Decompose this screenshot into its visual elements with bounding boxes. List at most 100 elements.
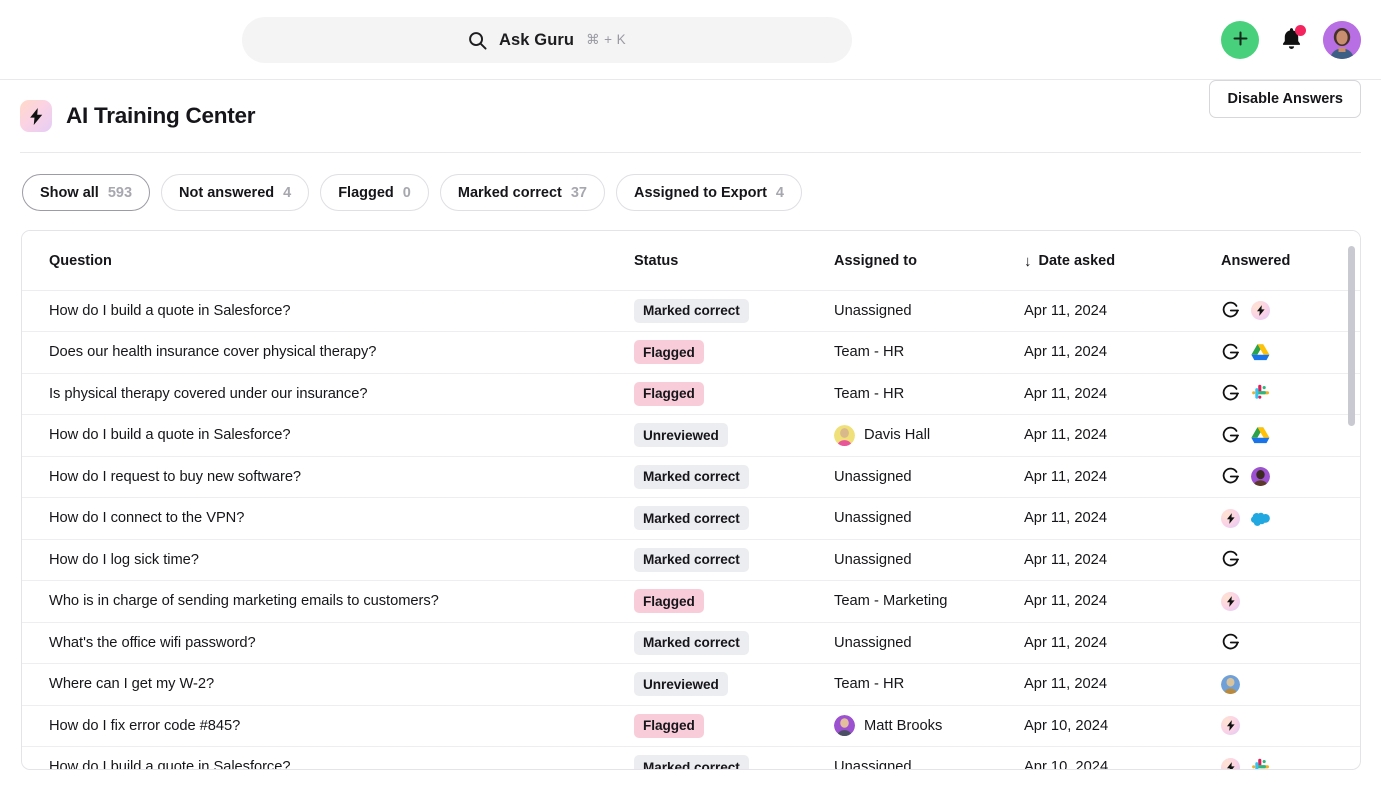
cell-answered (1221, 747, 1360, 769)
cell-assigned-to[interactable]: Team - HR (834, 373, 1024, 415)
cell-status: Unreviewed (634, 415, 834, 457)
answered-sources (1221, 343, 1360, 362)
search-label: Ask Guru (499, 30, 575, 49)
cell-assigned-to[interactable]: Unassigned (834, 539, 1024, 581)
guru-logo-icon (1221, 633, 1240, 652)
filter-pill-show-all[interactable]: Show all 593 (22, 174, 151, 211)
cell-assigned-to[interactable]: Matt Brooks (834, 705, 1024, 747)
table-row[interactable]: How do I build a quote in Salesforce? Mar… (22, 290, 1360, 332)
add-button[interactable] (1221, 21, 1259, 59)
assignee-name: Matt Brooks (864, 717, 943, 734)
notification-badge-dot (1295, 25, 1306, 36)
table-row[interactable]: Is physical therapy covered under our in… (22, 373, 1360, 415)
cell-date-asked: Apr 10, 2024 (1024, 717, 1109, 734)
guru-logo-icon (1221, 426, 1240, 445)
ai-answer-icon (1221, 716, 1240, 736)
table-row[interactable]: How do I build a quote in Salesforce? Unr… (22, 415, 1360, 457)
cell-assigned-to[interactable]: Unassigned (834, 622, 1024, 664)
ai-answer-icon (1221, 591, 1240, 611)
assignee: Team - HR (834, 386, 1024, 402)
column-header-assigned-to[interactable]: Assigned to (834, 231, 1024, 291)
search-input[interactable]: Ask Guru ⌘ + K (242, 17, 852, 63)
cell-answered (1221, 373, 1360, 415)
table-scrollbar-thumb[interactable] (1348, 246, 1355, 426)
assignee-name: Team - HR (834, 385, 905, 402)
cell-assigned-to[interactable]: Davis Hall (834, 415, 1024, 457)
cell-question[interactable]: How do I fix error code #845? (22, 705, 634, 747)
cell-question[interactable]: Does our health insurance cover physical… (22, 332, 634, 374)
filter-pill-not-answered[interactable]: Not answered 4 (161, 174, 310, 211)
filter-pill-count: 4 (283, 184, 292, 201)
slack-icon (1251, 758, 1270, 769)
table-scrollbar[interactable] (1348, 233, 1356, 767)
cell-question[interactable]: Who is in charge of sending marketing em… (22, 581, 634, 623)
cell-status: Marked correct (634, 498, 834, 540)
filter-pill-marked-correct[interactable]: Marked correct 37 (439, 174, 605, 211)
assignee-name: Unassigned (834, 634, 912, 651)
salesforce-icon (1251, 509, 1270, 528)
assignee: Unassigned (834, 469, 1024, 485)
cell-assigned-to[interactable]: Team - HR (834, 664, 1024, 706)
cell-answered (1221, 622, 1360, 664)
search-bar-wrapper: Ask Guru ⌘ + K (242, 17, 852, 63)
table-row[interactable]: How do I log sick time? Marked correct Una… (22, 539, 1360, 581)
cell-assigned-to[interactable]: Unassigned (834, 290, 1024, 332)
cell-status: Marked correct (634, 747, 834, 769)
column-header-status[interactable]: Status (634, 231, 834, 291)
cell-assigned-to[interactable]: Unassigned (834, 498, 1024, 540)
cell-answered (1221, 498, 1360, 540)
cell-question[interactable]: How do I request to buy new software? (22, 456, 634, 498)
cell-status: Flagged (634, 705, 834, 747)
column-header-date-asked[interactable]: ↓ Date asked (1024, 231, 1221, 291)
cell-question[interactable]: How do I build a quote in Salesforce? (22, 290, 634, 332)
guru-logo-icon (1221, 550, 1240, 569)
table-row[interactable]: How do I fix error code #845? Flagged Matt… (22, 705, 1360, 747)
cell-assigned-to[interactable]: Unassigned (834, 456, 1024, 498)
cell-question[interactable]: What's the office wifi password? (22, 622, 634, 664)
table-row[interactable]: How do I request to buy new software? Mar… (22, 456, 1360, 498)
cell-assigned-to[interactable]: Team - Marketing (834, 581, 1024, 623)
filter-pill-label: Not answered (179, 184, 275, 201)
google-drive-icon (1251, 426, 1270, 445)
cell-answered (1221, 664, 1360, 706)
assignee-avatar (834, 715, 855, 737)
disable-answers-button[interactable]: Disable Answers (1209, 80, 1361, 118)
filter-pill-assigned-to-export[interactable]: Assigned to Export 4 (615, 174, 802, 211)
cell-assigned-to[interactable]: Unassigned (834, 747, 1024, 769)
cell-date-asked: Apr 11, 2024 (1024, 593, 1108, 610)
table-row[interactable]: Where can I get my W-2? Unreviewed Team - … (22, 664, 1360, 706)
column-header-question[interactable]: Question (22, 231, 634, 291)
filter-pill-count: 0 (402, 184, 411, 201)
cell-answered (1221, 290, 1360, 332)
cell-answered (1221, 332, 1360, 374)
search-icon (468, 31, 487, 50)
table-row[interactable]: How do I build a quote in Salesforce? Mar… (22, 747, 1360, 769)
cell-question[interactable]: How do I log sick time? (22, 539, 634, 581)
filter-pill-flagged[interactable]: Flagged 0 (320, 174, 429, 211)
table-row[interactable]: What's the office wifi password? Marked c… (22, 622, 1360, 664)
cell-assigned-to[interactable]: Team - HR (834, 332, 1024, 374)
cell-question[interactable]: How do I build a quote in Salesforce? (22, 747, 634, 769)
assignee: Matt Brooks (834, 715, 1024, 737)
filter-pill-label: Show all (40, 184, 99, 201)
table-row[interactable]: Who is in charge of sending marketing em… (22, 581, 1360, 623)
status-badge: Unreviewed (634, 672, 728, 697)
answered-sources (1221, 550, 1360, 569)
cell-question[interactable]: Where can I get my W-2? (22, 664, 634, 706)
column-header-answered[interactable]: Answered (1221, 231, 1360, 291)
table-row[interactable]: How do I connect to the VPN? Marked corre… (22, 498, 1360, 540)
cell-question[interactable]: How do I build a quote in Salesforce? (22, 415, 634, 457)
cell-status: Flagged (634, 332, 834, 374)
notifications-button[interactable] (1276, 24, 1306, 56)
avatar[interactable] (1323, 21, 1361, 59)
cell-question[interactable]: How do I connect to the VPN? (22, 498, 634, 540)
guru-logo-icon (1221, 467, 1240, 486)
status-badge: Flagged (634, 381, 704, 406)
status-badge: Marked correct (634, 630, 749, 655)
filter-pill-count: 593 (107, 184, 133, 201)
table-row[interactable]: Does our health insurance cover physical… (22, 332, 1360, 374)
cell-status: Marked correct (634, 456, 834, 498)
cell-question[interactable]: Is physical therapy covered under our in… (22, 373, 634, 415)
cell-date-asked: Apr 11, 2024 (1024, 634, 1108, 651)
cell-status: Unreviewed (634, 664, 834, 706)
